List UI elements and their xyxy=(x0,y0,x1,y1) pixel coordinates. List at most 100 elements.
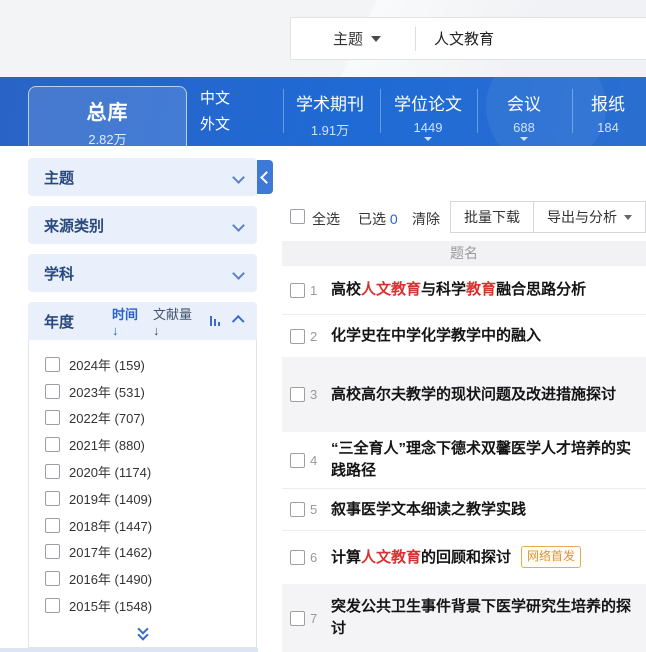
table-row: 1 高校人文教育与科学教育融合思路分析 xyxy=(282,266,646,315)
filter-section-学科[interactable]: 学科 xyxy=(28,254,257,292)
checkbox[interactable] xyxy=(45,384,60,399)
checkbox[interactable] xyxy=(290,550,305,565)
year-filter-item[interactable]: 2017年 (1462) xyxy=(29,539,256,566)
checkbox[interactable] xyxy=(290,453,305,468)
checkbox[interactable] xyxy=(45,357,60,372)
checkbox[interactable] xyxy=(290,387,305,402)
year-label: 2024年 (159) xyxy=(69,355,145,374)
year-filter-panel: 2024年 (159) 2023年 (531) 2022年 (707) 2021年 (… xyxy=(28,340,257,648)
year-filter-item[interactable]: 2015年 (1548) xyxy=(29,592,256,619)
export-analyze-button[interactable]: 导出与分析 xyxy=(533,201,646,233)
year-label: 2021年 (880) xyxy=(69,435,145,454)
table-row: 3 高校高尔夫教学的现状问题及改进措施探讨 xyxy=(282,357,646,432)
tab-label: 学位论文 xyxy=(383,90,473,115)
year-label: 2020年 (1174) xyxy=(69,462,151,481)
checkbox[interactable] xyxy=(45,571,60,586)
filter-section-来源类别[interactable]: 来源类别 xyxy=(28,206,257,244)
chevron-up-icon[interactable] xyxy=(232,315,244,327)
year-label: 2019年 (1409) xyxy=(69,489,152,508)
checkbox[interactable] xyxy=(290,611,305,626)
tab-total-database[interactable]: 总库 2.82万 xyxy=(28,86,187,146)
table-row: 7 突发公共卫生事件背景下医学研究生培养的探讨 xyxy=(282,584,646,652)
filter-section-主题[interactable]: 主题 xyxy=(28,158,257,196)
language-tabs: 中文外文 xyxy=(200,77,230,146)
checkbox[interactable] xyxy=(290,283,305,298)
tab-label: 报纸 xyxy=(563,90,646,115)
result-title-link[interactable]: 计算人文教育的回顾和探讨网络首发 xyxy=(331,546,585,569)
tab-language-中文[interactable]: 中文 xyxy=(200,91,230,106)
chevron-down-icon xyxy=(232,171,245,184)
tab-count: 1449 xyxy=(383,120,473,135)
row-number: 4 xyxy=(310,453,324,468)
bar-chart-icon[interactable] xyxy=(210,316,222,326)
row-number: 5 xyxy=(310,502,324,517)
result-title-link[interactable]: 化学史在中学化学教学中的融入 xyxy=(331,325,545,347)
filter-section-label: 学科 xyxy=(44,263,74,284)
checkbox[interactable] xyxy=(290,329,305,344)
chevron-down-icon xyxy=(624,215,632,220)
results-toolbar: 全选 已选 0 清除 批量下载 导出与分析 xyxy=(282,196,646,236)
row-number: 1 xyxy=(310,283,324,298)
result-title-link[interactable]: 叙事医学文本细读之教学实践 xyxy=(331,499,530,521)
selected-label: 已选 0 xyxy=(358,209,398,229)
result-title-link[interactable]: 高校高尔夫教学的现状问题及改进措施探讨 xyxy=(331,384,620,406)
filter-section-label: 主题 xyxy=(44,167,74,188)
year-filter-item[interactable]: 2018年 (1447) xyxy=(29,512,256,539)
year-label: 2016年 (1490) xyxy=(69,569,152,588)
chevron-down-icon xyxy=(232,219,245,232)
search-divider xyxy=(415,27,416,51)
checkbox[interactable] xyxy=(290,502,305,517)
row-number: 7 xyxy=(310,611,324,626)
database-navbar: 总库 2.82万 中文外文 学术期刊1.91万学位论文 1449 会议688报纸18… xyxy=(0,77,646,146)
tab-报纸[interactable]: 报纸184 xyxy=(563,77,646,146)
year-filter-item[interactable]: 2016年 (1490) xyxy=(29,565,256,592)
chevron-down-icon xyxy=(371,36,381,42)
search-field-dropdown[interactable]: 主题 xyxy=(333,28,381,49)
filter-section-year: 年度 时间↓ 文献量↓ xyxy=(28,302,257,340)
checkbox[interactable] xyxy=(45,410,60,425)
select-all-label[interactable]: 全选 xyxy=(312,209,340,229)
tab-会议[interactable]: 会议688 xyxy=(479,77,569,146)
select-all-checkbox[interactable] xyxy=(290,209,305,224)
batch-download-button[interactable]: 批量下载 xyxy=(450,201,534,233)
row-number: 2 xyxy=(310,329,324,344)
year-filter-item[interactable]: 2022年 (707) xyxy=(29,405,256,432)
tab-language-外文[interactable]: 外文 xyxy=(200,117,230,132)
sidebar-collapse-button[interactable] xyxy=(257,160,273,194)
checkbox[interactable] xyxy=(45,598,60,613)
tab-count: 688 xyxy=(479,120,569,135)
tab-学术期刊[interactable]: 学术期刊1.91万 xyxy=(285,77,375,146)
online-first-badge: 网络首发 xyxy=(521,546,581,567)
year-filter-item[interactable]: 2020年 (1174) xyxy=(29,458,256,485)
checkbox[interactable] xyxy=(45,544,60,559)
tab-学位论文[interactable]: 学位论文 1449 xyxy=(383,77,473,146)
selected-count: 0 xyxy=(390,211,398,227)
result-title-link[interactable]: 高校人文教育与科学教育融合思路分析 xyxy=(331,279,590,301)
navbar-separator xyxy=(477,89,478,133)
table-row: 2 化学史在中学化学教学中的融入 xyxy=(282,315,646,357)
result-title-link[interactable]: 突发公共卫生事件背景下医学研究生培养的探讨 xyxy=(331,596,646,640)
checkbox[interactable] xyxy=(45,518,60,533)
expand-more-button[interactable] xyxy=(29,625,256,639)
year-filter-item[interactable]: 2023年 (531) xyxy=(29,378,256,405)
checkbox[interactable] xyxy=(45,491,60,506)
checkbox[interactable] xyxy=(45,464,60,479)
sidebar-bottom-strip xyxy=(0,648,258,652)
clear-button[interactable]: 清除 xyxy=(412,209,440,229)
year-filter-item[interactable]: 2019年 (1409) xyxy=(29,485,256,512)
sort-by-count[interactable]: 文献量↓ xyxy=(153,304,196,338)
table-row: 4 “三全育人”理念下德术双馨医学人才培养的实践路径 xyxy=(282,432,646,489)
year-filter-item[interactable]: 2021年 (880) xyxy=(29,431,256,458)
year-filter-item[interactable]: 2024年 (159) xyxy=(29,351,256,378)
row-number: 6 xyxy=(310,550,324,565)
row-number: 3 xyxy=(310,387,324,402)
result-title-link[interactable]: “三全育人”理念下德术双馨医学人才培养的实践路径 xyxy=(331,438,646,482)
table-row: 6 计算人文教育的回顾和探讨网络首发 xyxy=(282,531,646,584)
checkbox[interactable] xyxy=(45,437,60,452)
tab-label: 学术期刊 xyxy=(285,90,375,115)
chevron-left-icon xyxy=(260,171,273,184)
sort-by-time[interactable]: 时间↓ xyxy=(112,304,143,338)
year-label: 2015年 (1548) xyxy=(69,596,152,615)
year-label: 2022年 (707) xyxy=(69,408,145,427)
search-input[interactable]: 人文教育 xyxy=(434,28,494,49)
